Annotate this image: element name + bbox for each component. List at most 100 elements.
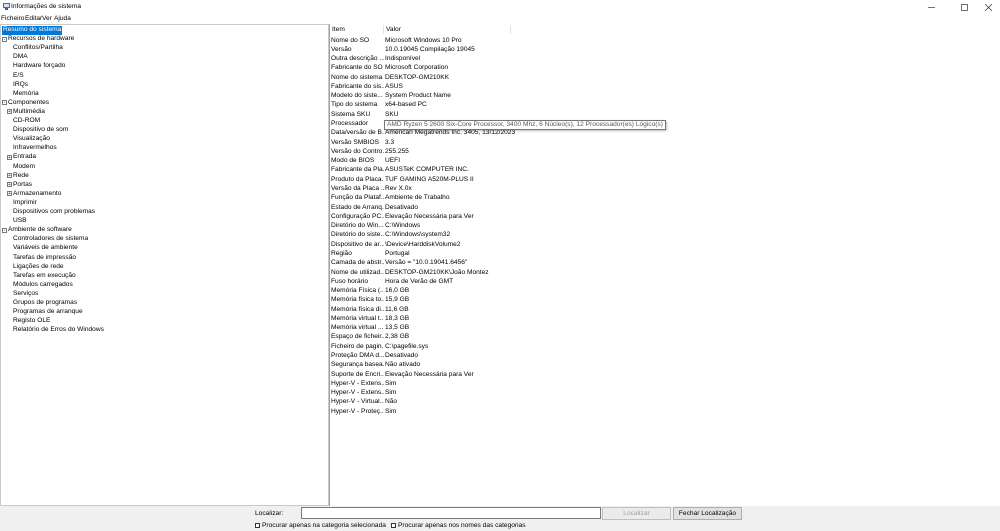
close-button[interactable] xyxy=(977,0,1000,14)
tree-item-dispositivos-com-problemas[interactable]: Dispositivos com problemas xyxy=(13,208,95,217)
table-row[interactable]: Dispositivo de ar... \Device\HarddiskVolu… xyxy=(330,240,990,249)
table-row[interactable]: Fabricante do sis... ASUS xyxy=(330,82,990,91)
tree-item-dispositivo-de-som[interactable]: Dispositivo de som xyxy=(13,126,68,135)
expand-icon[interactable]: + xyxy=(7,154,12,160)
tree-item-ligacoes-de-rede[interactable]: Ligações de rede xyxy=(13,263,64,272)
table-row[interactable]: Diretório do Win... C:\Windows xyxy=(330,221,990,230)
table-row[interactable]: Hyper-V - Extens... Sim xyxy=(330,379,990,388)
collapse-icon[interactable]: - xyxy=(2,100,7,106)
table-row[interactable]: Memória física di... 11,6 GB xyxy=(330,305,990,314)
tree-item-hardware-forcado[interactable]: Hardware forçado xyxy=(13,62,65,71)
table-row[interactable]: Nome do sistema DESKTOP-GM210KK xyxy=(330,73,990,82)
table-row[interactable]: Versão do Contro... 255.255 xyxy=(330,147,990,156)
table-row[interactable]: Produto da Placa... TUF GAMING A520M-PLUS… xyxy=(330,175,990,184)
tree-item-conflitos-partilha[interactable]: Conflitos/Partilha xyxy=(13,44,63,53)
tree-item-relatorio-de-erros-do-windows[interactable]: Relatório de Erros do Windows xyxy=(13,326,104,335)
find-button[interactable]: Localizar xyxy=(602,507,671,520)
expand-icon[interactable]: + xyxy=(7,182,12,188)
tree-item-programas-de-arranque[interactable]: Programas de arranque xyxy=(13,308,83,317)
tree-item-memoria[interactable]: Memória xyxy=(13,90,39,99)
table-row[interactable]: Proteção DMA d... Desativado xyxy=(330,351,990,360)
tree-item-entrada[interactable]: Entrada xyxy=(13,153,36,162)
menu-ajuda[interactable]: Ajuda xyxy=(54,15,71,22)
table-row[interactable]: Modelo do siste... System Product Name xyxy=(330,91,990,100)
table-row[interactable]: Versão SMBIOS 3.3 xyxy=(330,138,990,147)
table-row[interactable]: Memória Física (... 16,0 GB xyxy=(330,286,990,295)
table-row[interactable]: Suporte de Encri... Elevação Necessária p… xyxy=(330,370,990,379)
maximize-button[interactable] xyxy=(953,0,976,14)
menu-ficheiro[interactable]: Ficheiro xyxy=(1,15,24,22)
table-row[interactable]: Hyper-V - Virtual... Não xyxy=(330,397,990,406)
table-row[interactable]: Versão da Placa ... Rev X.0x xyxy=(330,184,990,193)
tree-item-portas[interactable]: Portas xyxy=(13,181,32,190)
table-row[interactable]: Região Portugal xyxy=(330,249,990,258)
tree-item-usb[interactable]: USB xyxy=(13,217,27,226)
tree-item-multimedia[interactable]: Multimédia xyxy=(13,108,45,117)
column-header-item[interactable]: Item xyxy=(332,25,345,34)
table-row[interactable]: Hyper-V - Extens... Sim xyxy=(330,388,990,397)
tree-item-dma[interactable]: DMA xyxy=(13,53,28,62)
table-row[interactable]: Ficheiro de pagin... C:\pagefile.sys xyxy=(330,342,990,351)
tree-item-ambiente-de-software[interactable]: Ambiente de software xyxy=(8,226,72,235)
tree-item-armazenamento[interactable]: Armazenamento xyxy=(13,190,61,199)
table-row[interactable]: Configuração PC... Elevação Necessária pa… xyxy=(330,212,990,221)
collapse-icon[interactable]: - xyxy=(2,227,7,233)
details-list[interactable]: Item Valor Nome do SO Microsoft Windows 1… xyxy=(330,24,1000,506)
table-row[interactable]: Nome do SO Microsoft Windows 10 Pro xyxy=(330,36,990,45)
tree-item-recursos-de-hardware[interactable]: Recursos de hardware xyxy=(8,35,74,44)
table-row[interactable]: Outra descrição ... Indisponível xyxy=(330,54,990,63)
table-row[interactable]: Hyper-V - Proteç... Sim xyxy=(330,407,990,416)
table-row[interactable]: Tipo do sistema x64-based PC xyxy=(330,100,990,109)
tree-item-variaveis-de-ambiente[interactable]: Variáveis de ambiente xyxy=(13,244,78,253)
tree-item-tarefas-de-impressao[interactable]: Tarefas de impressão xyxy=(13,254,76,263)
table-row[interactable]: Fabricante do SO Microsoft Corporation xyxy=(330,63,990,72)
expand-icon[interactable]: + xyxy=(7,191,12,197)
checkbox[interactable] xyxy=(391,523,396,528)
tree-item-modem[interactable]: Modem xyxy=(13,163,35,172)
close-find-button[interactable]: Fechar Localização xyxy=(673,507,742,520)
checkbox[interactable] xyxy=(255,523,260,528)
table-row[interactable]: Modo de BIOS UEFI xyxy=(330,156,990,165)
tree-item-imprimir[interactable]: Imprimir xyxy=(13,199,37,208)
tree-item-tarefas-em-execucao[interactable]: Tarefas em execução xyxy=(13,272,76,281)
tree-item-cd-rom[interactable]: CD-ROM xyxy=(13,117,40,126)
table-row[interactable]: Sistema SKU SKU xyxy=(330,110,990,119)
tree-item-resumo-do-sistema[interactable]: Resumo do sistema xyxy=(2,26,63,35)
tree-item-servicos[interactable]: Serviços xyxy=(13,290,38,299)
column-header-value[interactable]: Valor xyxy=(386,25,401,34)
menu-ver[interactable]: Ver xyxy=(42,15,52,22)
tree-item-controladores-de-sistema[interactable]: Controladores de sistema xyxy=(13,235,88,244)
table-row[interactable]: Memória virtual ... 13,5 GB xyxy=(330,323,990,332)
table-row[interactable]: Diretório do siste... C:\Windows\system32 xyxy=(330,230,990,239)
search-category-names-option[interactable]: Procurar apenas nos nomes das categorias xyxy=(391,522,526,529)
table-row[interactable]: Fuso horário Hora de Verão de GMT xyxy=(330,277,990,286)
table-row[interactable]: Função da Plataf... Ambiente de Trabalho xyxy=(330,193,990,202)
tree-item-infravermelhos[interactable]: Infravermelhos xyxy=(13,144,57,153)
minimize-button[interactable] xyxy=(920,0,943,14)
category-tree[interactable]: Resumo do sistema Recursos de hardware - Co… xyxy=(0,24,329,506)
table-row[interactable]: Fabricante da Pla... ASUSTeK COMPUTER INC… xyxy=(330,165,990,174)
tree-item-grupos-de-programas[interactable]: Grupos de programas xyxy=(13,299,77,308)
table-row[interactable]: Memória física to... 15,9 GB xyxy=(330,295,990,304)
expand-icon[interactable]: + xyxy=(7,173,12,179)
find-input[interactable] xyxy=(301,507,601,519)
tree-item-registo-ole[interactable]: Registo OLE xyxy=(13,317,50,326)
tree-item-e-s[interactable]: E/S xyxy=(13,72,24,81)
table-row[interactable]: Memória virtual t... 18,3 GB xyxy=(330,314,990,323)
column-separator[interactable] xyxy=(510,25,511,34)
tree-item-componentes[interactable]: Componentes xyxy=(8,99,49,108)
table-row[interactable]: Versão 10.0.19045 Compilação 19045 xyxy=(330,45,990,54)
table-row[interactable]: Segurança basea... Não ativado xyxy=(330,360,990,369)
column-separator[interactable] xyxy=(383,25,384,34)
table-row[interactable]: Estado de Arranq... Desativado xyxy=(330,203,990,212)
search-selected-category-option[interactable]: Procurar apenas na categoria selecionada xyxy=(255,522,386,529)
table-row[interactable]: Camada de abstr... Versão = "10.0.19041.6… xyxy=(330,258,990,267)
tree-item-rede[interactable]: Rede xyxy=(13,172,29,181)
table-row[interactable]: Nome de utilizad... DESKTOP-GM210KK\João … xyxy=(330,268,990,277)
collapse-icon[interactable]: - xyxy=(2,36,7,42)
tree-item-visualizacao[interactable]: Visualização xyxy=(13,135,50,144)
expand-icon[interactable]: + xyxy=(7,109,12,115)
menu-editar[interactable]: Editar xyxy=(25,15,42,22)
tree-item-modulos-carregados[interactable]: Módulos carregados xyxy=(13,281,73,290)
table-row[interactable]: Espaço de ficheir... 2,38 GB xyxy=(330,332,990,341)
